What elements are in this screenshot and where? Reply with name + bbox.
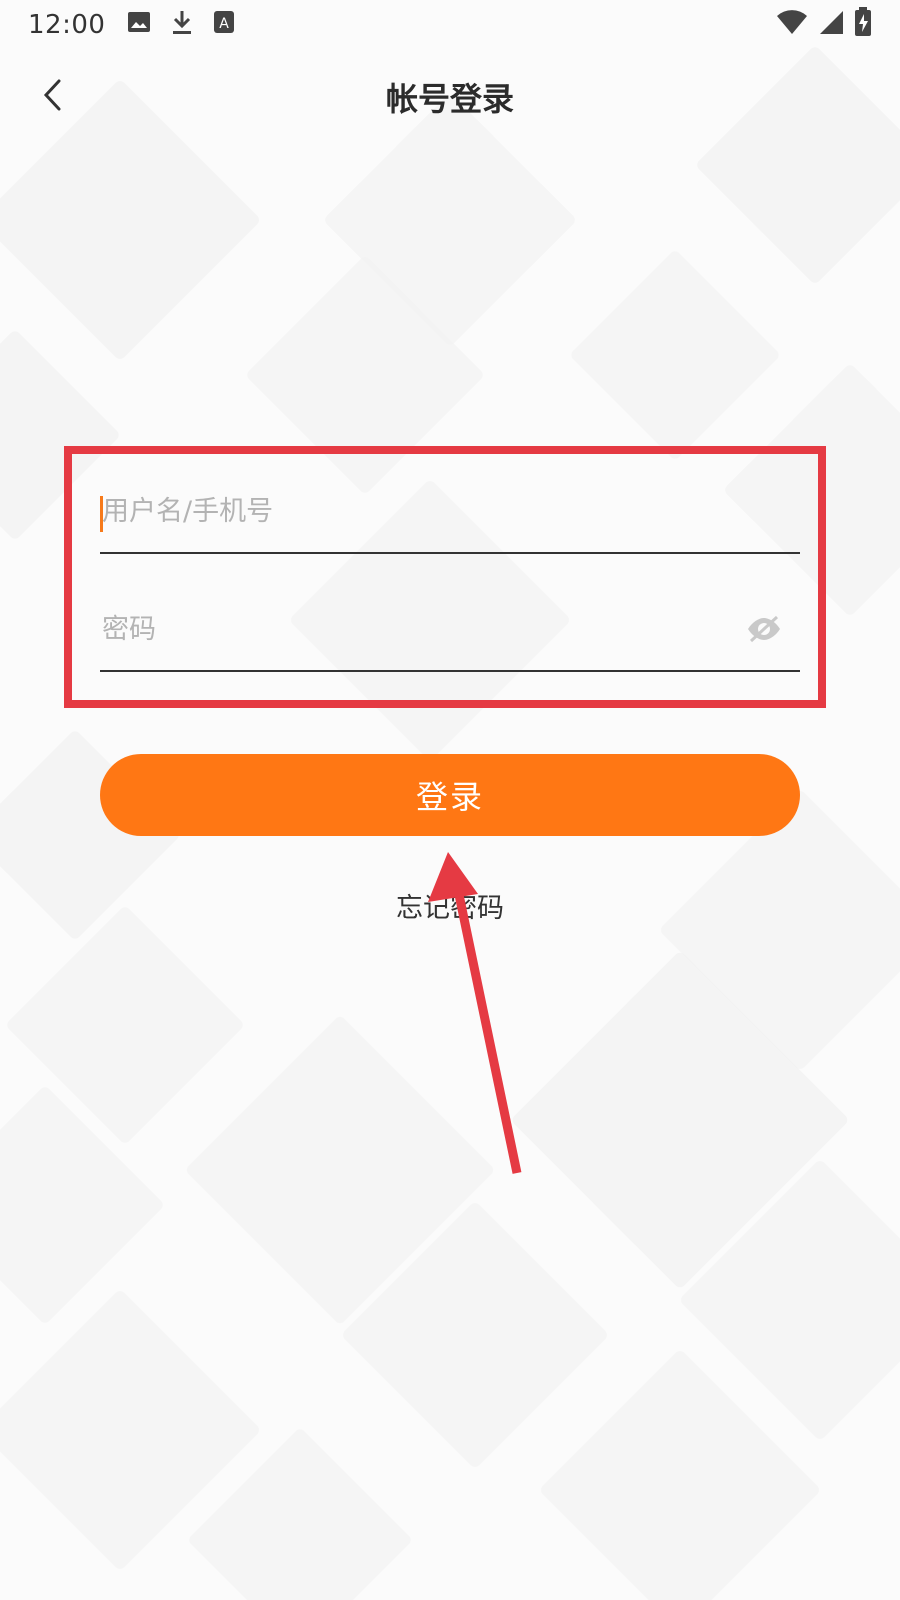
signal-icon (818, 9, 844, 42)
svg-text:A: A (220, 16, 230, 32)
wifi-icon (776, 9, 808, 42)
login-screen: 12:00 A 帐号登录 用户名/手机号 登录 忘记密码 (0, 0, 900, 1600)
chevron-left-icon (41, 78, 65, 116)
image-icon (127, 10, 151, 40)
status-time: 12:00 (28, 10, 106, 40)
username-input[interactable] (100, 486, 800, 536)
text-caret (100, 496, 103, 532)
eye-off-icon[interactable] (746, 614, 782, 644)
username-field (100, 470, 800, 554)
password-field (100, 588, 800, 672)
login-button[interactable]: 登录 (100, 754, 800, 836)
forgot-password-link[interactable]: 忘记密码 (0, 886, 900, 925)
background-cover (568, 248, 782, 462)
back-button[interactable] (30, 74, 76, 120)
text-a-icon: A (213, 10, 235, 41)
battery-charging-icon (854, 6, 872, 44)
status-bar: 12:00 A (0, 0, 900, 50)
status-icons-right (776, 6, 872, 44)
password-input[interactable] (100, 604, 800, 654)
download-icon (171, 9, 193, 42)
page-title: 帐号登录 (385, 80, 514, 118)
status-icons-left: A (127, 9, 235, 42)
login-form (100, 470, 800, 672)
header: 帐号登录 (0, 62, 900, 132)
